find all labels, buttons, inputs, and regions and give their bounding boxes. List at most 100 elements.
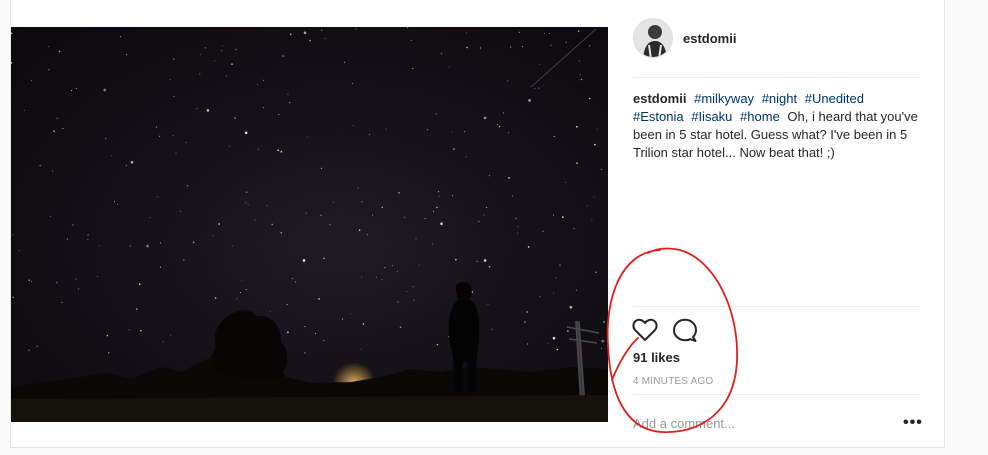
more-options-icon[interactable]: ••• [903,414,923,432]
star [413,299,415,301]
star [214,60,216,62]
star [226,75,227,77]
star [478,220,480,223]
star [271,223,274,226]
star [169,79,171,80]
star [117,203,119,205]
star [287,93,289,95]
star [245,289,247,291]
star [12,234,14,236]
star [436,343,439,346]
star [183,259,185,261]
star [266,205,268,207]
star [404,216,406,218]
star [107,351,110,354]
star [357,187,359,189]
star [515,217,517,219]
star [218,223,220,225]
hashtag-link[interactable]: #milkyway [694,91,754,106]
star [553,292,554,294]
star [247,204,249,206]
heart-icon [632,318,658,341]
hashtag-link[interactable]: #Iisaku [691,109,732,124]
night-sky-image [11,27,608,422]
star [269,310,271,312]
star [567,330,569,332]
star [318,298,320,300]
star [591,219,593,221]
star [368,134,370,136]
star [180,210,181,212]
star [28,349,30,351]
star [105,138,107,140]
star [553,136,555,137]
star [129,245,131,247]
star [280,232,283,234]
star [418,264,420,266]
star [239,292,241,294]
star [309,39,311,42]
star [483,259,487,262]
star [593,196,595,198]
road [11,395,608,422]
star [539,296,541,298]
star [580,78,583,81]
star [159,242,161,244]
hashtag-link[interactable]: #Unedited [805,91,864,106]
post-photo[interactable] [11,27,608,422]
star [254,219,256,221]
comment-input[interactable] [633,414,873,432]
star [508,132,510,134]
post-timestamp[interactable]: 4 MINUTES AGO [633,376,713,387]
hashtag-link[interactable]: #home [740,109,780,124]
star [135,308,138,310]
star [565,181,567,183]
star [106,334,109,337]
star [278,113,280,115]
like-button[interactable] [631,316,659,344]
star [360,348,362,350]
star [555,277,557,279]
star [476,260,478,262]
star [87,234,89,236]
star [518,31,520,33]
stars [11,27,605,354]
star [303,31,307,35]
username-link[interactable]: estdomii [683,31,736,46]
star [512,195,514,197]
star [323,339,325,341]
hashtag-link[interactable]: #Estonia [633,109,684,124]
star [544,33,546,35]
star [98,245,100,246]
comment-button[interactable] [671,316,699,344]
star [436,206,438,209]
hashtag-link[interactable]: #night [762,91,797,106]
star [18,250,20,252]
star [559,264,561,266]
caption-username[interactable]: estdomii [633,91,686,106]
star [397,301,399,303]
star [287,331,289,334]
star [23,109,25,111]
star [603,321,605,323]
star [488,175,490,177]
star [51,170,53,172]
avatar[interactable] [633,18,673,58]
star [307,136,308,138]
star [595,271,597,274]
star [75,87,77,89]
star [352,124,354,126]
star [62,128,64,129]
star [596,128,598,130]
star [361,201,363,203]
star [433,210,434,212]
star [186,185,189,187]
star [58,50,61,53]
like-count[interactable]: 91 likes [633,350,680,365]
star [431,243,433,245]
star [415,238,417,240]
star [487,304,489,306]
star [214,297,217,299]
star [578,60,580,62]
star [343,61,345,63]
